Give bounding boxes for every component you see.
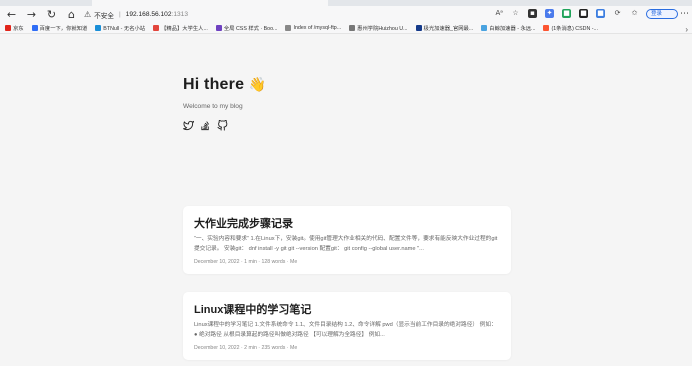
address-port: :1313 (171, 11, 189, 18)
bookmark-item[interactable]: 百度一下，你就知道 (31, 24, 87, 32)
social-links (183, 120, 266, 131)
address-separator: | (118, 11, 121, 18)
page-title: Hi there 👋 (183, 76, 266, 94)
refresh-ext-icon[interactable]: ⟳ (613, 9, 622, 18)
extension-blue-icon[interactable]: ✦ (545, 9, 554, 18)
bookmark-item[interactable]: 全局 CSS 样式 · Boo... (215, 24, 277, 32)
stackoverflow-icon[interactable] (200, 120, 211, 131)
post-excerpt: Linux课程中的学习笔记 1.文件系统命令 1.1、文件目录结构 1.2、命令… (194, 322, 497, 338)
bookmark-favicon-icon (215, 24, 222, 31)
bookmark-item[interactable]: BTNull - 无名小站 (95, 24, 145, 32)
bookmark-favicon-icon (285, 24, 292, 31)
post-meta: December 10, 2022 · 1 min · 128 words · … (194, 259, 298, 265)
bookmarks-bar: 京东 百度一下，你就知道 BTNull - 无名小站 【精品】大学生人... 全… (0, 22, 692, 34)
extension-shield-icon[interactable]: ■ (596, 9, 605, 18)
greeting-text: Hi there (183, 76, 245, 93)
bookmark-item[interactable]: 极光加速器_官网最... (415, 24, 473, 32)
bookmark-favicon-icon (349, 24, 356, 31)
github-icon[interactable] (217, 120, 228, 131)
insecure-label: 不安全 (94, 12, 114, 20)
bookmark-item[interactable]: Index of /mysql-ftp... (285, 24, 341, 31)
bookmark-favicon-icon (5, 24, 11, 31)
twitter-icon[interactable] (183, 120, 194, 131)
login-label: 登录 (651, 11, 663, 17)
post-excerpt: “一、实验内容和要求” 1.在Linux下，安装git。使用git管理大作业相关… (194, 236, 498, 252)
forward-icon[interactable]: → (26, 9, 37, 20)
post-card[interactable]: Linux课程中的学习笔记 Linux课程中的学习笔记 1.文件系统命令 1.1… (183, 292, 511, 360)
bookmark-item[interactable]: 惠州学院Huizhou U... (349, 24, 408, 32)
reload-icon[interactable]: ↻ (46, 9, 57, 20)
blog-subtitle: Welcome to my blog (183, 103, 243, 110)
back-icon[interactable]: ← (6, 9, 17, 20)
post-title: 大作业完成步骤记录 (194, 218, 293, 230)
login-button[interactable]: 登录 (646, 9, 678, 19)
favorite-add-icon[interactable]: ☆ (511, 9, 520, 18)
favorites-icon[interactable]: ✩ (630, 9, 639, 18)
post-card[interactable]: 大作业完成步骤记录 “一、实验内容和要求” 1.在Linux下，安装git。使用… (183, 206, 511, 274)
bookmark-item[interactable]: 京东 (5, 24, 24, 32)
extension-green-icon[interactable]: ■ (562, 9, 571, 18)
post-meta: December 10, 2022 · 2 min · 235 words · … (194, 345, 298, 351)
bookmark-favicon-icon (95, 24, 102, 31)
bookmark-item[interactable]: (1条消息) CSDN -... (543, 24, 598, 32)
bookmark-favicon-icon (415, 24, 422, 31)
blog-page: Hi there 👋 Welcome to my blog 大作业完成步骤记录 … (0, 34, 692, 366)
read-aloud-icon[interactable]: Aᵃ (495, 9, 503, 18)
address-host: 192.168.56.102 (125, 11, 172, 18)
bookmark-item[interactable]: 【精品】大学生人... (153, 24, 208, 32)
post-title: Linux课程中的学习笔记 (194, 304, 312, 316)
bookmark-item[interactable]: 白鲸加速器 - 永远... (481, 24, 535, 32)
bookmarks-overflow-icon[interactable]: › (685, 25, 688, 34)
profile-section: Hi there 👋 Welcome to my blog (183, 76, 266, 131)
warning-icon: ⚠ (84, 10, 92, 19)
waving-hand-icon: 👋 (248, 77, 267, 93)
bookmark-favicon-icon (153, 24, 160, 31)
bookmark-favicon-icon (31, 24, 38, 31)
extension-dark-icon[interactable]: ▪ (528, 9, 537, 18)
toolbar-extensions: Aᵃ ☆ ▪ ✦ ■ ■ ■ ⟳ ✩ ⧉ (495, 9, 656, 18)
home-icon[interactable]: ⌂ (66, 9, 77, 20)
bookmark-favicon-icon (543, 24, 550, 31)
more-options-icon[interactable]: ⋯ (680, 8, 689, 19)
browser-toolbar: ← → ↻ ⌂ ⚠ 不安全 | 192.168.56.102:1313 Aᵃ ☆… (0, 6, 692, 22)
bookmark-favicon-icon (481, 24, 488, 31)
extension-black-icon[interactable]: ■ (579, 9, 588, 18)
